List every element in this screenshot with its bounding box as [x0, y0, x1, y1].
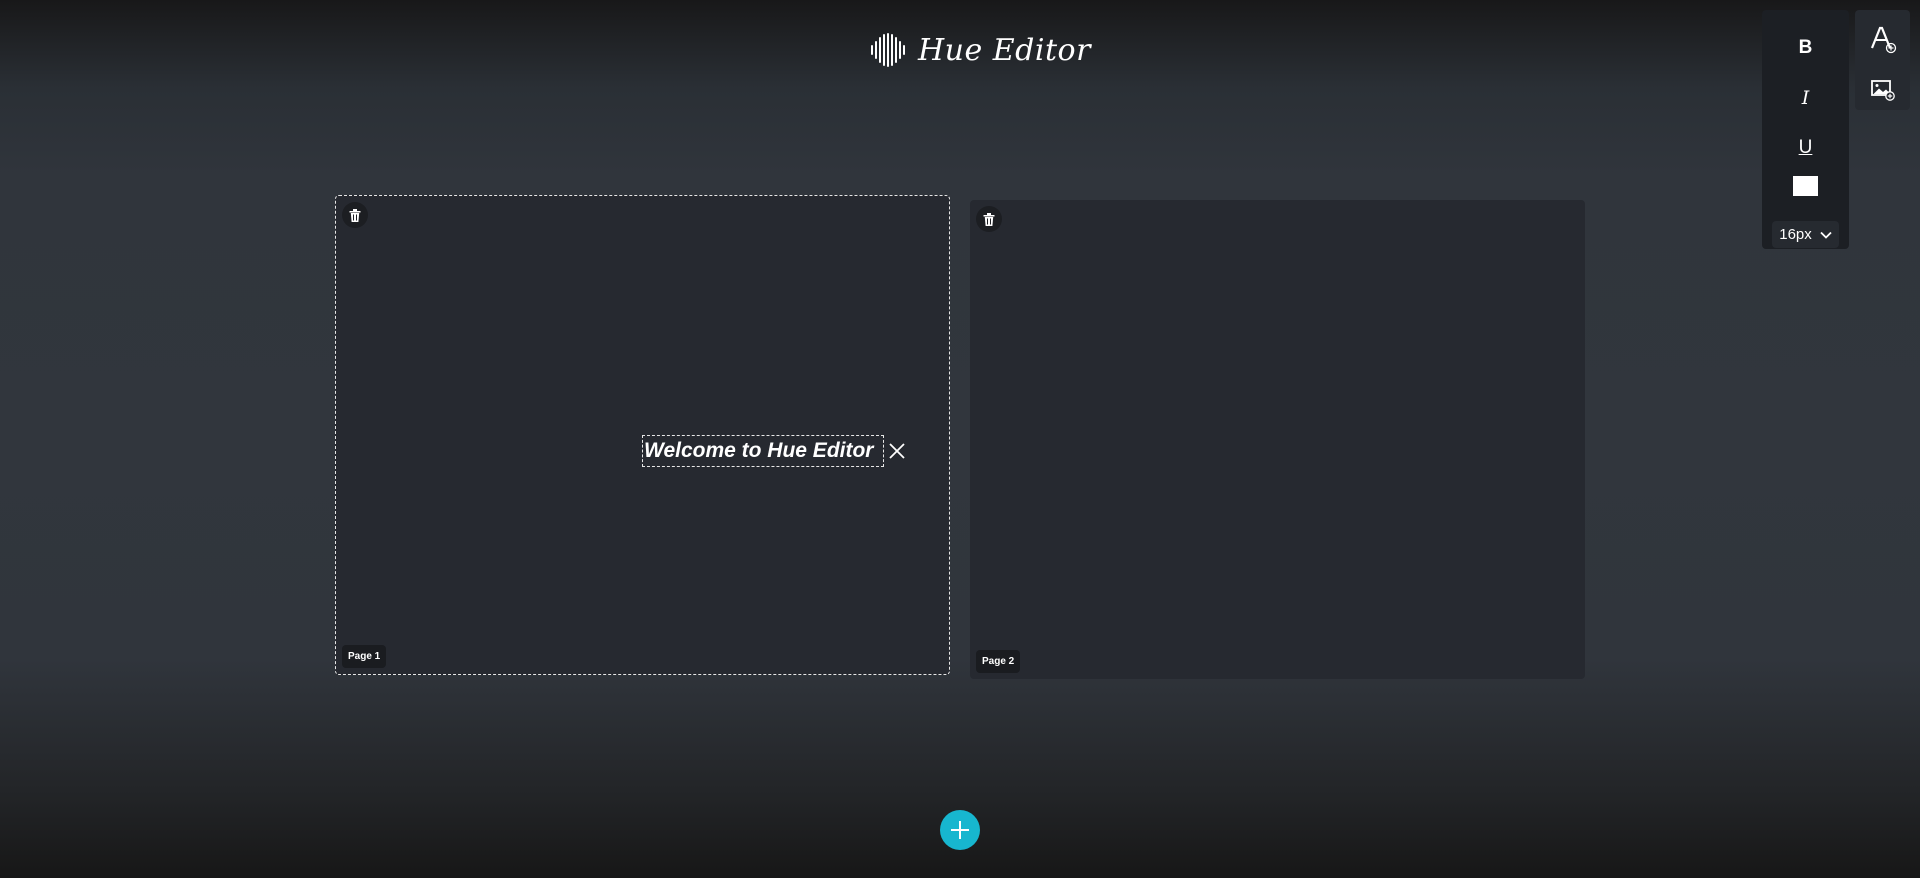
text-element[interactable]: Welcome to Hue Editor	[642, 435, 885, 467]
app-title: Hue Editor	[918, 32, 1091, 68]
delete-page-button[interactable]	[976, 206, 1002, 232]
add-text-button[interactable]	[1855, 22, 1910, 58]
soundwave-logo-icon	[871, 33, 905, 67]
page-label: Page 1	[342, 645, 387, 668]
delete-page-button[interactable]	[342, 202, 368, 228]
add-page-button[interactable]	[940, 810, 980, 850]
chevron-down-icon	[1820, 231, 1832, 239]
add-image-button[interactable]	[1855, 72, 1910, 108]
page-label: Page 2	[976, 650, 1021, 673]
remove-text-button[interactable]	[885, 439, 909, 463]
font-size-value: 16px	[1779, 226, 1812, 243]
italic-button[interactable]: I	[1762, 87, 1849, 109]
text-color-picker[interactable]	[1793, 176, 1818, 196]
add-image-icon	[1870, 80, 1895, 101]
page-canvas-1[interactable]: Welcome to Hue Editor Page 1	[335, 195, 950, 675]
close-icon	[889, 443, 905, 459]
underline-button[interactable]: U	[1762, 137, 1849, 159]
plus-icon	[951, 821, 969, 839]
trash-icon	[983, 212, 995, 226]
bold-button[interactable]: B	[1762, 37, 1849, 59]
trash-icon	[349, 208, 361, 222]
insert-toolbar	[1855, 10, 1910, 110]
add-text-icon	[1870, 26, 1896, 54]
page-canvas-2[interactable]: Page 2	[970, 200, 1585, 679]
font-size-select[interactable]: 16px	[1772, 221, 1839, 248]
format-toolbar: B I U 16px	[1762, 10, 1849, 249]
app-logo: Hue Editor	[870, 28, 1091, 72]
